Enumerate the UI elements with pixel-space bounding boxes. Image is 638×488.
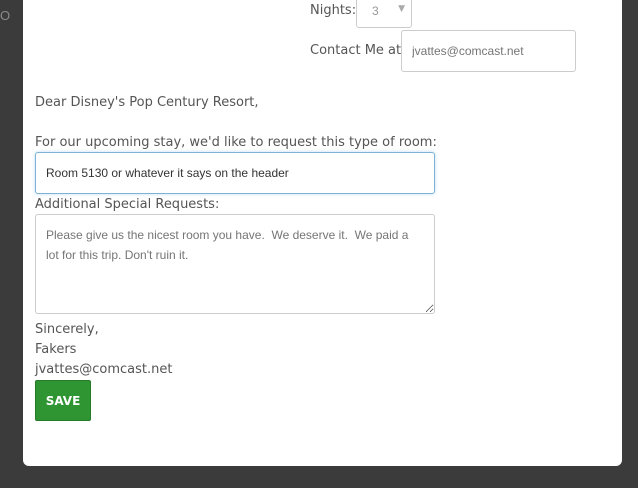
save-button[interactable]: SAVE <box>35 380 91 421</box>
contact-label: Contact Me at: <box>310 43 406 58</box>
special-requests-label: Additional Special Requests: <box>35 197 220 212</box>
closing-text: Sincerely, <box>35 322 99 337</box>
backdrop-text: OK <box>0 8 10 23</box>
contact-email-input[interactable] <box>401 30 576 72</box>
nights-select[interactable]: 3 ▼ <box>356 0 412 28</box>
special-requests-textarea[interactable] <box>35 214 435 314</box>
nights-label: Nights: <box>310 3 357 18</box>
nights-select-value: 3 <box>372 4 379 18</box>
room-request-modal: Nights: 3 ▼ Contact Me at: Dear Disney's… <box>23 0 622 466</box>
salutation-text: Dear Disney's Pop Century Resort, <box>35 95 259 110</box>
room-request-input[interactable] <box>35 152 435 194</box>
signer-name: Fakers <box>35 342 77 357</box>
signer-email: jvattes@comcast.net <box>35 362 173 377</box>
room-request-label: For our upcoming stay, we'd like to requ… <box>35 135 437 150</box>
chevron-down-icon: ▼ <box>398 4 405 14</box>
